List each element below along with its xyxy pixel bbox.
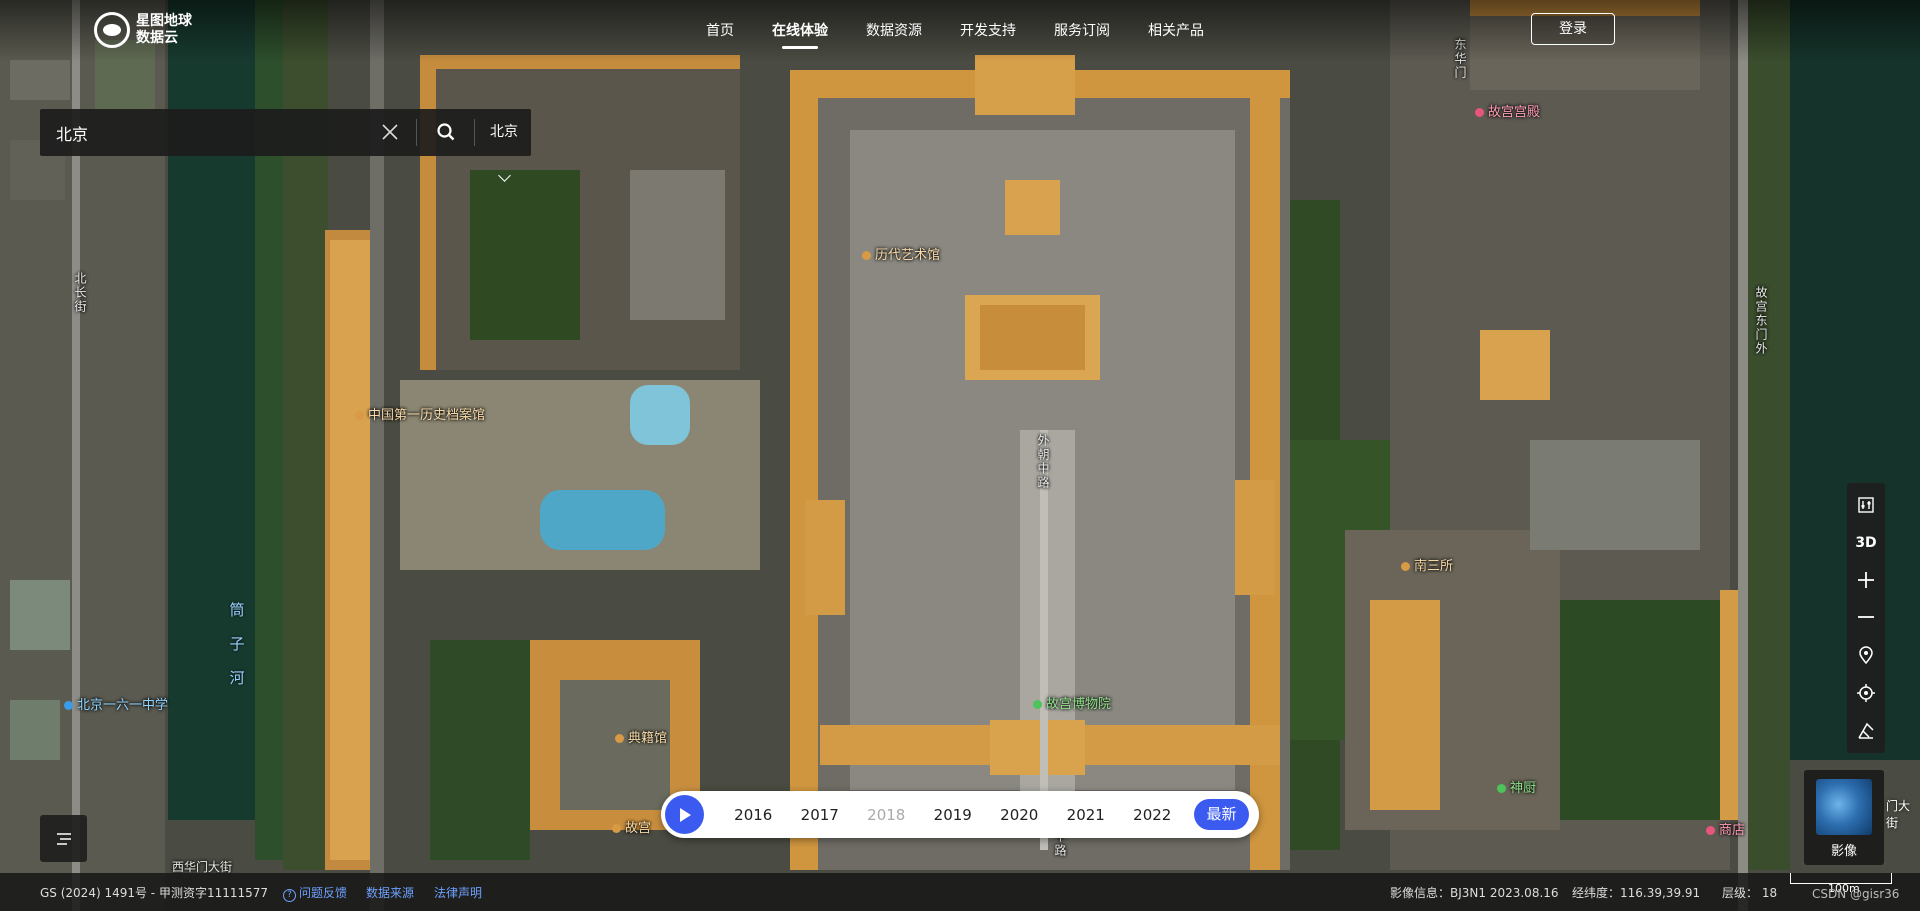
poi-lidai[interactable]: 历代艺术馆 <box>862 244 940 263</box>
year-2020[interactable]: 2020 <box>986 806 1053 824</box>
poi-top-right[interactable]: 故宫宫殿 <box>1475 101 1540 120</box>
nav-online-experience[interactable]: 在线体验 <box>772 20 828 49</box>
year-2017[interactable]: 2017 <box>787 806 854 824</box>
main-nav: 首页 在线体验 数据资源 开发支持 服务订阅 相关产品 <box>706 20 1242 49</box>
top-navbar: 星图地球 数据云 首页 在线体验 数据资源 开发支持 服务订阅 相关产品 登录 <box>0 0 1920 62</box>
measure-icon <box>1858 722 1874 739</box>
scenic-icon <box>1033 700 1042 709</box>
layer-label: 影像 <box>1830 844 1857 859</box>
imagery-info: 影像信息：BJ3N1 2023.08.16 <box>1390 886 1559 900</box>
landmark-icon <box>1475 108 1484 117</box>
road-east: 故宫东门外 <box>1754 286 1768 356</box>
watermark: CSDN @gisr36 <box>1812 887 1900 901</box>
globe-logo-icon <box>94 12 130 48</box>
imagery-timeline: 2016 2017 2018 2019 2020 2021 2022 最新 <box>661 791 1259 838</box>
adjust-icon <box>1858 497 1874 513</box>
status-bar: GS (2024) 1491号 - 甲测资字11111577 ? 问题反馈 数据来… <box>0 873 1920 911</box>
brand-line2: 数据云 <box>136 30 178 46</box>
3d-icon: 3D <box>1855 535 1877 551</box>
museum-icon <box>355 411 364 420</box>
imagery-thumbnail <box>1816 779 1872 835</box>
locate-icon <box>1857 684 1875 702</box>
scenic-icon <box>1497 784 1506 793</box>
brand-logo[interactable]: 星图地球 数据云 <box>94 12 192 48</box>
nav-data-resources[interactable]: 数据资源 <box>866 20 922 40</box>
nav-related-products[interactable]: 相关产品 <box>1148 20 1204 40</box>
museum-icon <box>1401 562 1410 571</box>
edge-street-label: 门大街 <box>1886 799 1911 830</box>
nav-home[interactable]: 首页 <box>706 20 734 40</box>
museum-icon <box>615 734 624 743</box>
poi-shanghu[interactable]: 神厨 <box>1497 777 1536 796</box>
museum-icon <box>612 824 621 833</box>
river-label: 筒 子 河 <box>229 601 245 687</box>
road-waizhong: 外朝中路 <box>1036 434 1050 490</box>
year-2022[interactable]: 2022 <box>1119 806 1186 824</box>
nav-subscription[interactable]: 服务订阅 <box>1054 20 1110 40</box>
map-license: GS (2024) 1491号 - 甲测资字11111577 <box>40 886 269 900</box>
year-list: 2016 2017 2018 2019 2020 2021 2022 <box>720 791 1186 838</box>
road-beichang: 北长街 <box>73 272 87 314</box>
year-2016[interactable]: 2016 <box>720 806 787 824</box>
year-2019[interactable]: 2019 <box>920 806 987 824</box>
search-box: 北京 <box>40 109 531 182</box>
help-icon: ? <box>283 889 296 902</box>
measure-button[interactable] <box>1847 713 1885 749</box>
locate-button[interactable] <box>1847 675 1885 711</box>
city-select[interactable]: 北京 <box>490 109 531 182</box>
divider <box>474 119 475 146</box>
shop-icon <box>1706 826 1715 835</box>
brand-line1: 星图地球 <box>136 13 192 29</box>
coordinates: 经纬度：116.39,39.91 <box>1572 886 1701 900</box>
poi-nansan[interactable]: 南三所 <box>1401 555 1453 574</box>
zoom-in-icon <box>1858 572 1874 588</box>
zoom-level: 层级： 18 <box>1722 886 1778 900</box>
zoom-in-button[interactable] <box>1847 562 1885 598</box>
adjust-button[interactable] <box>1847 487 1885 523</box>
data-source-link[interactable]: 数据来源 <box>366 884 414 901</box>
poi-school[interactable]: 北京一六一中学 <box>64 694 168 713</box>
school-icon <box>64 701 73 710</box>
zoom-out-icon <box>1858 616 1874 618</box>
play-icon <box>679 807 691 822</box>
museum-icon <box>862 251 871 260</box>
chevron-down-icon <box>498 169 511 182</box>
poi-palace-museum[interactable]: 故宫博物院 <box>1033 693 1111 712</box>
poi-shop[interactable]: 商店 <box>1706 819 1745 838</box>
poi-archives[interactable]: 中国第一历史档案馆 <box>355 404 485 423</box>
map-controls: 3D <box>1847 483 1885 753</box>
year-2021[interactable]: 2021 <box>1053 806 1120 824</box>
divider <box>416 119 417 146</box>
login-button[interactable]: 登录 <box>1531 13 1615 45</box>
location-pin-button[interactable] <box>1847 637 1885 673</box>
search-input[interactable] <box>40 109 340 156</box>
legal-link[interactable]: 法律声明 <box>434 884 482 901</box>
3d-button[interactable]: 3D <box>1847 525 1885 561</box>
zoom-out-button[interactable] <box>1847 599 1885 635</box>
location-pin-icon <box>1859 646 1873 664</box>
poi-gugong-partial[interactable]: 故宫 <box>612 817 651 836</box>
legend-toggle-button[interactable] <box>40 815 87 862</box>
close-icon[interactable] <box>380 122 400 142</box>
play-button[interactable] <box>665 795 704 834</box>
list-filter-icon <box>56 832 71 845</box>
search-icon[interactable] <box>436 122 456 142</box>
year-2018: 2018 <box>867 805 906 824</box>
nav-dev-support[interactable]: 开发支持 <box>960 20 1016 40</box>
layer-switcher[interactable]: 影像 <box>1804 770 1884 865</box>
poi-dianji[interactable]: 典籍馆 <box>615 727 667 746</box>
latest-year-button[interactable]: 最新 <box>1194 799 1249 830</box>
feedback-link[interactable]: ? 问题反馈 <box>283 884 347 902</box>
